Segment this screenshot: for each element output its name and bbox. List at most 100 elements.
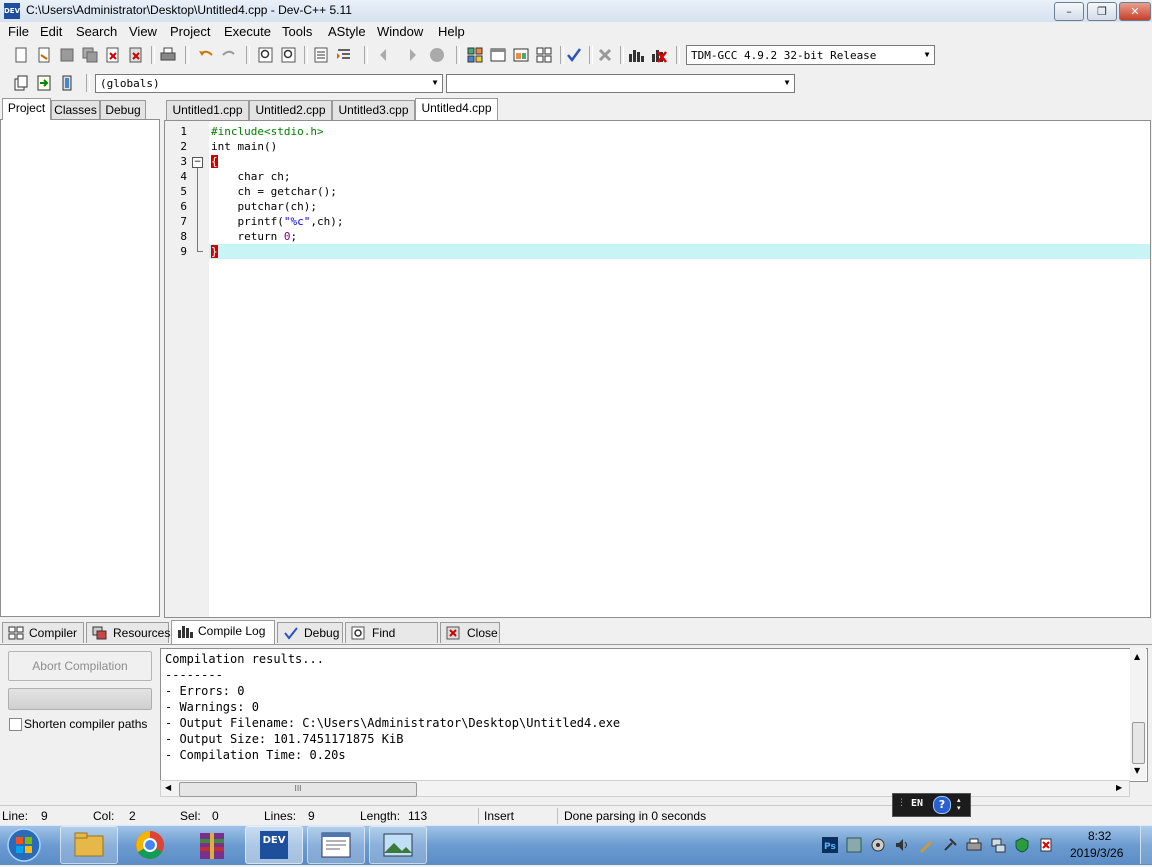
project-tree-panel[interactable] — [0, 119, 160, 617]
print-icon[interactable] — [159, 46, 177, 64]
scope-select[interactable]: (globals) ▼ — [95, 74, 443, 93]
minimize-button[interactable]: – — [1054, 2, 1084, 21]
tab-classes[interactable]: Classes — [51, 100, 100, 120]
tab-debug[interactable]: Debug — [100, 100, 146, 120]
compiler-select[interactable]: TDM-GCC 4.9.2 32-bit Release ▼ — [686, 45, 935, 65]
goto-declaration-icon[interactable] — [58, 74, 76, 92]
taskbar-devcpp[interactable]: DEV — [245, 826, 303, 864]
delete-profile-icon[interactable] — [650, 46, 668, 64]
close-all-icon[interactable] — [127, 46, 145, 64]
menu-search[interactable]: Search — [76, 24, 117, 39]
replace-icon[interactable] — [280, 46, 298, 64]
close-file-icon[interactable] — [104, 46, 122, 64]
photoshop-tray-icon[interactable]: Ps — [822, 837, 838, 853]
tab-compile-log[interactable]: Compile Log — [171, 620, 275, 644]
scroll-right-icon[interactable]: ▶ — [1116, 783, 1122, 792]
save-all-icon[interactable] — [81, 46, 99, 64]
code-editor[interactable]: 1 2 3 4 5 6 7 8 9 − #include<stdio.h> in… — [164, 120, 1151, 618]
menu-astyle[interactable]: AStyle — [328, 24, 366, 39]
save-icon[interactable] — [58, 46, 76, 64]
menu-execute[interactable]: Execute — [224, 24, 271, 39]
start-button[interactable] — [4, 826, 44, 864]
clock-time[interactable]: 8:32 — [1088, 829, 1111, 843]
next-bookmark-icon[interactable] — [402, 46, 420, 64]
show-desktop-button[interactable] — [1140, 826, 1152, 864]
tray-app-icon[interactable] — [846, 837, 862, 853]
shorten-paths-checkbox[interactable] — [9, 718, 22, 731]
network-icon[interactable] — [990, 837, 1006, 853]
syntax-check-icon[interactable] — [565, 46, 583, 64]
tab-compiler[interactable]: Compiler — [2, 622, 84, 643]
class-browser-icon[interactable] — [512, 46, 530, 64]
find-icon[interactable] — [257, 46, 275, 64]
tab-untitled1[interactable]: Untitled1.cpp — [166, 100, 249, 120]
redo-icon[interactable] — [220, 46, 238, 64]
ime-language-indicator[interactable]: EN — [911, 798, 923, 809]
chevron-down-icon[interactable]: ▼ — [780, 75, 794, 91]
ime-language-bar[interactable]: ⋮ EN ? ▴ ▾ — [892, 793, 971, 817]
scroll-left-icon[interactable]: ◀ — [165, 783, 171, 792]
chevron-down-icon[interactable]: ▼ — [920, 46, 934, 64]
insert-icon[interactable] — [12, 74, 30, 92]
close-window-button[interactable]: ✕ — [1119, 2, 1151, 21]
tray-tool-icon[interactable] — [942, 837, 958, 853]
compile-log-output[interactable]: Compilation results... -------- - Errors… — [160, 648, 1148, 782]
tab-resources[interactable]: Resources — [86, 622, 170, 643]
abort-compilation-button[interactable]: Abort Compilation — [8, 651, 152, 681]
undo-icon[interactable] — [197, 46, 215, 64]
tab-find-results[interactable]: Find Results — [345, 622, 438, 660]
window-layout-icon[interactable] — [489, 46, 507, 64]
fold-collapse-icon[interactable]: − — [192, 157, 203, 168]
tab-close[interactable]: Close — [440, 622, 500, 643]
shorten-paths-label[interactable]: Shorten compiler paths — [24, 717, 147, 731]
menu-edit[interactable]: Edit — [40, 24, 62, 39]
goto-definition-icon[interactable] — [35, 74, 53, 92]
stop-execution-icon[interactable] — [596, 46, 614, 64]
devcpp-app-icon[interactable]: DEV — [4, 3, 20, 19]
tab-debug-output[interactable]: Debug — [277, 622, 343, 643]
log-horizontal-scrollbar[interactable]: ◀ III ▶ — [160, 780, 1130, 797]
log-vertical-scrollbar[interactable]: ▲ ▼ — [1130, 648, 1146, 780]
scroll-down-icon[interactable]: ▼ — [1134, 766, 1140, 775]
maximize-button[interactable]: ❐ — [1087, 2, 1117, 21]
tab-untitled3[interactable]: Untitled3.cpp — [332, 100, 415, 120]
tray-printer-icon[interactable] — [966, 837, 982, 853]
new-file-icon[interactable] — [12, 46, 30, 64]
taskbar-winrar[interactable] — [183, 826, 241, 864]
menu-view[interactable]: View — [129, 24, 157, 39]
menu-tools[interactable]: Tools — [282, 24, 312, 39]
hscroll-thumb[interactable]: III — [179, 782, 417, 797]
member-select[interactable]: ▼ — [446, 74, 795, 93]
menu-project[interactable]: Project — [170, 24, 210, 39]
taskbar-explorer[interactable] — [60, 826, 118, 864]
tray-pen-icon[interactable] — [918, 837, 934, 853]
open-file-icon[interactable] — [35, 46, 53, 64]
menu-window[interactable]: Window — [377, 24, 423, 39]
toggle-comment-icon[interactable] — [428, 46, 446, 64]
goto-line-icon[interactable] — [312, 46, 330, 64]
taskbar-window[interactable] — [307, 826, 365, 864]
tray-gear-icon[interactable] — [870, 837, 886, 853]
tile-windows-icon[interactable] — [535, 46, 553, 64]
ime-help-icon[interactable]: ? — [933, 796, 951, 814]
taskbar-chrome[interactable] — [121, 826, 179, 864]
project-layout-icon[interactable] — [466, 46, 484, 64]
tab-project[interactable]: Project — [2, 98, 51, 120]
tab-untitled4[interactable]: Untitled4.cpp — [415, 98, 498, 120]
chevron-down-icon[interactable]: ▼ — [428, 75, 442, 91]
security-shield-icon[interactable] — [1014, 837, 1030, 853]
tab-untitled2[interactable]: Untitled2.cpp — [249, 100, 332, 120]
volume-icon[interactable] — [894, 837, 910, 853]
ime-options-icon[interactable]: ▴ ▾ — [957, 796, 961, 812]
prev-bookmark-icon[interactable] — [376, 46, 394, 64]
scroll-up-icon[interactable]: ▲ — [1134, 652, 1140, 661]
taskbar-image-viewer[interactable] — [369, 826, 427, 864]
profile-chart-icon[interactable] — [627, 46, 645, 64]
toolbar-separator — [185, 46, 189, 64]
scroll-thumb[interactable] — [1132, 722, 1145, 764]
action-center-icon[interactable] — [1038, 837, 1054, 853]
menu-file[interactable]: File — [8, 24, 29, 39]
indent-icon[interactable] — [335, 46, 353, 64]
clock-date[interactable]: 2019/3/26 — [1070, 846, 1123, 860]
menu-help[interactable]: Help — [438, 24, 465, 39]
